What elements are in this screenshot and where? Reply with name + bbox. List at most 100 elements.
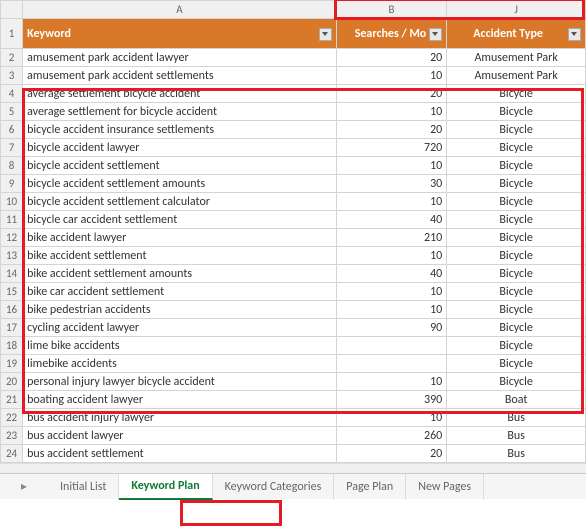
row-header[interactable]: 24: [1, 445, 23, 463]
filter-dropdown-icon[interactable]: [319, 28, 332, 41]
cell-searches[interactable]: 10: [336, 103, 447, 121]
row-header[interactable]: 9: [1, 175, 23, 193]
cell-keyword[interactable]: bike car accident settlement: [23, 283, 337, 301]
row-header[interactable]: 8: [1, 157, 23, 175]
row-header[interactable]: 22: [1, 409, 23, 427]
cell-accident-type[interactable]: Bus: [447, 427, 586, 445]
cell-keyword[interactable]: cycling accident lawyer: [23, 319, 337, 337]
cell-searches[interactable]: 260: [336, 427, 447, 445]
tab-nav[interactable]: ▸: [0, 479, 48, 494]
cell-searches[interactable]: 10: [336, 247, 447, 265]
cell-keyword[interactable]: limebike accidents: [23, 355, 337, 373]
cell-accident-type[interactable]: Bus: [447, 409, 586, 427]
cell-keyword[interactable]: bus accident lawyer: [23, 427, 337, 445]
cell-accident-type[interactable]: Bicycle: [447, 337, 586, 355]
cell-keyword[interactable]: lime bike accidents: [23, 337, 337, 355]
col-header-b[interactable]: B: [336, 1, 447, 19]
cell-accident-type[interactable]: Bicycle: [447, 139, 586, 157]
row-header[interactable]: 14: [1, 265, 23, 283]
row-header[interactable]: 16: [1, 301, 23, 319]
cell-searches[interactable]: 10: [336, 373, 447, 391]
row-header[interactable]: 12: [1, 229, 23, 247]
cell-searches[interactable]: 390: [336, 391, 447, 409]
row-header[interactable]: 5: [1, 103, 23, 121]
cell-keyword[interactable]: boating accident lawyer: [23, 391, 337, 409]
row-header[interactable]: 7: [1, 139, 23, 157]
row-header[interactable]: 18: [1, 337, 23, 355]
header-searches[interactable]: Searches / Mo: [336, 19, 447, 49]
cell-searches[interactable]: 210: [336, 229, 447, 247]
cell-searches[interactable]: 20: [336, 49, 447, 67]
cell-searches[interactable]: [336, 355, 447, 373]
cell-keyword[interactable]: bicycle accident settlement amounts: [23, 175, 337, 193]
cell-keyword[interactable]: bike accident lawyer: [23, 229, 337, 247]
cell-accident-type[interactable]: Bicycle: [447, 283, 586, 301]
cell-accident-type[interactable]: Boat: [447, 391, 586, 409]
row-header-1[interactable]: 1: [1, 19, 23, 49]
cell-keyword[interactable]: personal injury lawyer bicycle accident: [23, 373, 337, 391]
cell-accident-type[interactable]: Bicycle: [447, 85, 586, 103]
row-header[interactable]: 21: [1, 391, 23, 409]
cell-accident-type[interactable]: Bus: [447, 445, 586, 463]
cell-keyword[interactable]: bicycle accident insurance settlements: [23, 121, 337, 139]
corner-cell[interactable]: [1, 1, 23, 19]
row-header[interactable]: 6: [1, 121, 23, 139]
row-header[interactable]: 19: [1, 355, 23, 373]
row-header[interactable]: 4: [1, 85, 23, 103]
cell-accident-type[interactable]: Bicycle: [447, 103, 586, 121]
cell-searches[interactable]: 40: [336, 211, 447, 229]
row-header[interactable]: 13: [1, 247, 23, 265]
cell-keyword[interactable]: average settlement for bicycle accident: [23, 103, 337, 121]
cell-keyword[interactable]: bicycle accident lawyer: [23, 139, 337, 157]
cell-keyword[interactable]: bike accident settlement amounts: [23, 265, 337, 283]
row-header[interactable]: 11: [1, 211, 23, 229]
filter-dropdown-icon[interactable]: [429, 28, 442, 41]
sheet-tab[interactable]: Initial List: [48, 474, 119, 500]
row-header[interactable]: 23: [1, 427, 23, 445]
cell-accident-type[interactable]: Bicycle: [447, 319, 586, 337]
row-header[interactable]: 20: [1, 373, 23, 391]
cell-searches[interactable]: 30: [336, 175, 447, 193]
cell-keyword[interactable]: bike pedestrian accidents: [23, 301, 337, 319]
cell-searches[interactable]: 10: [336, 301, 447, 319]
cell-keyword[interactable]: bus accident injury lawyer: [23, 409, 337, 427]
cell-accident-type[interactable]: Bicycle: [447, 355, 586, 373]
cell-searches[interactable]: 20: [336, 445, 447, 463]
col-header-a[interactable]: A: [23, 1, 337, 19]
cell-accident-type[interactable]: Bicycle: [447, 193, 586, 211]
cell-keyword[interactable]: average settlement bicycle accident: [23, 85, 337, 103]
row-header[interactable]: 17: [1, 319, 23, 337]
cell-keyword[interactable]: bicycle car accident settlement: [23, 211, 337, 229]
cell-accident-type[interactable]: Bicycle: [447, 175, 586, 193]
cell-accident-type[interactable]: Amusement Park: [447, 49, 586, 67]
cell-searches[interactable]: 90: [336, 319, 447, 337]
sheet-tab[interactable]: Keyword Categories: [213, 474, 335, 500]
cell-searches[interactable]: [336, 337, 447, 355]
cell-accident-type[interactable]: Bicycle: [447, 247, 586, 265]
cell-keyword[interactable]: bus accident settlement: [23, 445, 337, 463]
header-accident-type[interactable]: Accident Type: [447, 19, 586, 49]
row-header[interactable]: 3: [1, 67, 23, 85]
cell-accident-type[interactable]: Bicycle: [447, 121, 586, 139]
cell-accident-type[interactable]: Bicycle: [447, 301, 586, 319]
cell-accident-type[interactable]: Bicycle: [447, 265, 586, 283]
cell-searches[interactable]: 20: [336, 85, 447, 103]
col-header-j[interactable]: J: [447, 1, 586, 19]
cell-searches[interactable]: 20: [336, 121, 447, 139]
cell-searches[interactable]: 720: [336, 139, 447, 157]
cell-searches[interactable]: 10: [336, 409, 447, 427]
sheet-tab[interactable]: Page Plan: [334, 474, 406, 500]
cell-searches[interactable]: 10: [336, 283, 447, 301]
cell-keyword[interactable]: bicycle accident settlement: [23, 157, 337, 175]
cell-keyword[interactable]: bicycle accident settlement calculator: [23, 193, 337, 211]
row-header[interactable]: 10: [1, 193, 23, 211]
sheet-tab[interactable]: New Pages: [406, 474, 484, 500]
cell-accident-type[interactable]: Bicycle: [447, 229, 586, 247]
cell-accident-type[interactable]: Bicycle: [447, 157, 586, 175]
cell-searches[interactable]: 10: [336, 157, 447, 175]
cell-keyword[interactable]: amusement park accident settlements: [23, 67, 337, 85]
cell-searches[interactable]: 10: [336, 67, 447, 85]
cell-accident-type[interactable]: Bicycle: [447, 211, 586, 229]
cell-searches[interactable]: 40: [336, 265, 447, 283]
row-header[interactable]: 2: [1, 49, 23, 67]
